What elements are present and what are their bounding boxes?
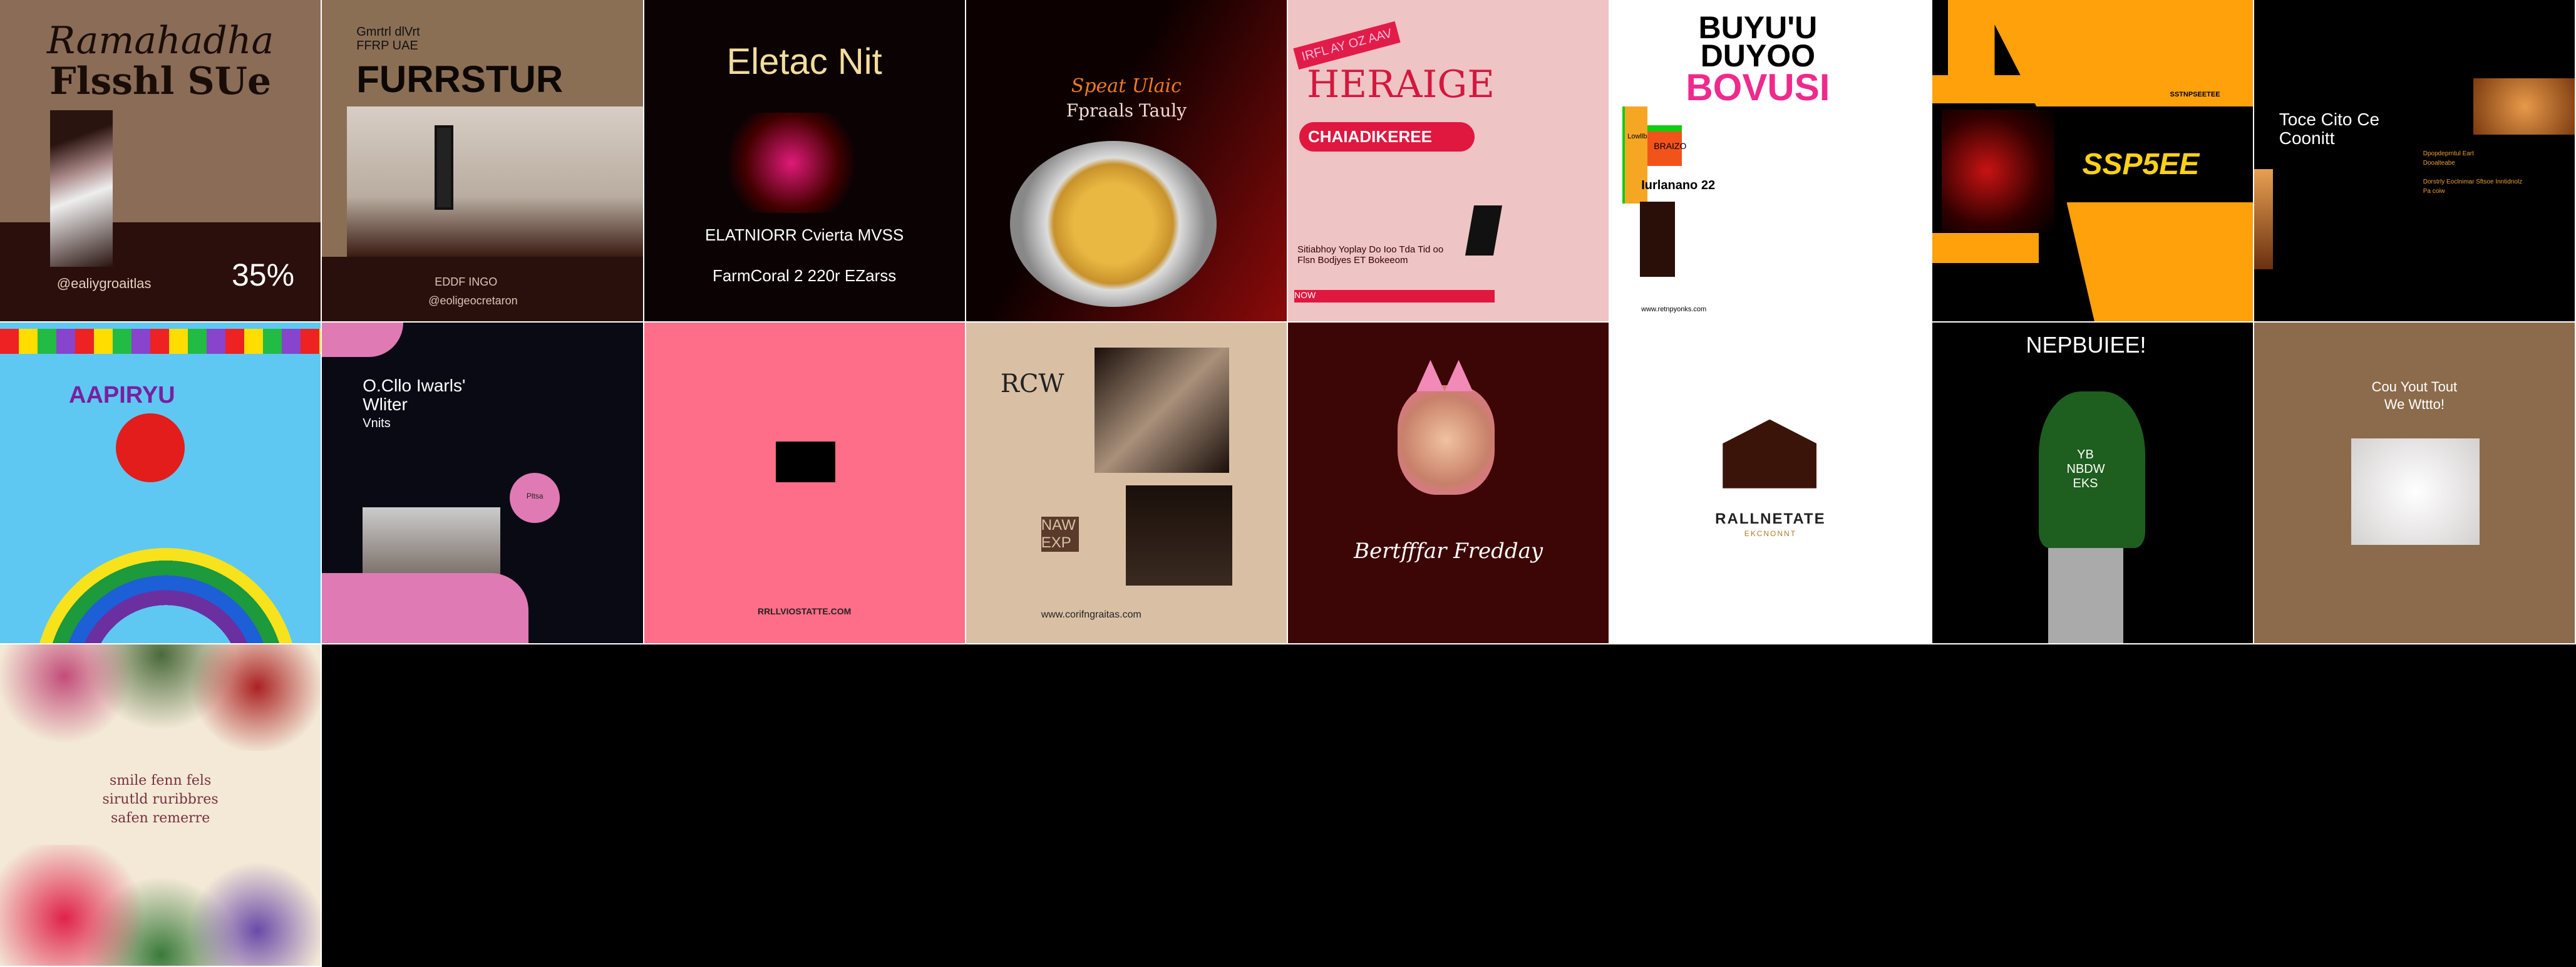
brand-name: RALLNETATE xyxy=(1715,510,1826,527)
tile-box: BRAIZO xyxy=(1647,125,1686,166)
tile-handle: @eoligeocretaron xyxy=(428,294,518,307)
tile-heritage[interactable]: IRFL AY OZ AAV HERAIGE CHAIADIKEREE Siti… xyxy=(1288,0,1610,323)
tile-subtitle: Flsshl SUe xyxy=(49,59,272,103)
tile-label: Lowllbeiry xyxy=(1627,133,1659,140)
flowers-top xyxy=(0,644,321,752)
bread-photo xyxy=(2473,78,2575,135)
tile-electronic-night[interactable]: Eletac Nit ELATNIORR Cvierta MVSS FarmCo… xyxy=(644,0,966,323)
fashion-photo-2 xyxy=(1125,485,1232,586)
tile-subtitle: Fpraals Tauly xyxy=(1066,100,1187,121)
tile-line: Dpopdeprntul Eart xyxy=(2423,150,2474,157)
tile-top-text-2: FFRP UAE xyxy=(356,39,418,53)
tile-buy-comic[interactable]: BUYU'U DUYOO BOVUSI Lowllbeiry BRAIZO Iu… xyxy=(1610,0,1932,323)
fashion-photo-1 xyxy=(1094,347,1229,473)
tile-title: SSP5EE xyxy=(2082,148,2200,181)
bread-photo-2 xyxy=(2254,169,2273,269)
tile-clown[interactable]: AAPIRYU xyxy=(0,322,322,645)
tile-title: Ramahadha xyxy=(47,19,274,63)
tile-title-1: Cou Yout Tout xyxy=(2371,378,2458,395)
shoes-photo xyxy=(2351,438,2480,545)
tile-sport[interactable]: SSTNPSEETEE SSP5EE xyxy=(1932,0,2254,323)
hoodie-text: YB NBDW EKS xyxy=(2066,447,2105,490)
tile-line-1: smile fenn fels xyxy=(110,773,212,789)
couple-photo xyxy=(1640,202,1676,277)
tile-tag: EDDF INGO xyxy=(435,276,498,288)
tile-title: NEPBUIEE! xyxy=(2026,331,2146,358)
pink-badge: Pltsa xyxy=(510,472,560,523)
tile-top-text: Gmrtrl dlVrt xyxy=(356,25,420,39)
athlete-photo xyxy=(1941,110,2054,232)
brand-sub: EKCNONNT xyxy=(1744,529,1797,538)
tile-title-3: BOVUSI xyxy=(1686,66,1830,108)
tile-line-2: FarmCoral 2 220r EZarss xyxy=(712,266,897,285)
tile-subhead: Iurlanano 22 xyxy=(1641,178,1716,192)
tile-birthday-girl[interactable]: Bertfffar Fredday xyxy=(1288,322,1610,645)
tile-handle: @ealiygroaitlas xyxy=(56,276,152,291)
tile-line-1: ELATNIORR Cvierta MVSS xyxy=(704,225,904,244)
bunting xyxy=(0,328,321,354)
tile-title: Eletac Nit xyxy=(726,41,882,82)
tile-title-1: O.Cllo Iwarls' xyxy=(363,375,466,395)
badge-text: Pltsa xyxy=(526,491,544,500)
tile-real-estate[interactable]: RALLNETATE EKCNONNT xyxy=(1610,322,1932,645)
tile-banner: CHAIADIKEREE xyxy=(1299,122,1475,152)
tile-title-2: Wliter xyxy=(363,394,408,414)
tile-script-title: Speat Ulaic xyxy=(1071,75,1182,97)
room-photo xyxy=(347,106,643,257)
tile-footer: RRLLVIOSTATTE.COM xyxy=(757,606,852,616)
girl-photo xyxy=(1398,385,1495,495)
tile-title: HERAIGE xyxy=(1307,63,1495,106)
black-square xyxy=(775,441,835,482)
tile-title-1: Toce Cito Ce xyxy=(2279,110,2380,129)
tile-hoodie[interactable]: NEPBUIEE! YB NBDW EKS xyxy=(1932,322,2254,645)
tile-line: Pa coiw xyxy=(2423,188,2445,195)
laptop xyxy=(1465,205,1503,256)
tile-footer: www.corifngraitas.com xyxy=(1041,609,1141,620)
tile-line: Dooalteabe xyxy=(2423,160,2455,167)
tile-line-3: safen remerre xyxy=(111,810,210,827)
tile-title-2: We Wttto! xyxy=(2384,396,2445,412)
tile-sub: NAW EXP xyxy=(1041,516,1079,552)
frame xyxy=(435,125,454,210)
now-bar: NOW xyxy=(1294,290,1495,303)
tile-ramadan-sale[interactable]: Ramahadha Flsshl SUe @ealiygroaitlas 35% xyxy=(0,0,322,323)
tile-spaghetti[interactable]: Speat Ulaic Fpraals Tauly xyxy=(966,0,1288,323)
tile-footer: www.retnpyonks.com xyxy=(1641,306,1707,313)
tile-writer[interactable]: O.Cllo Iwarls' Wliter Vnits Pltsa xyxy=(322,322,644,645)
tile-furniture[interactable]: Gmrtrl dlVrt FFRP UAE FURRSTUR EDDF INGO… xyxy=(322,0,644,323)
image-grid: Ramahadha Flsshl SUe @ealiygroaitlas 35%… xyxy=(0,0,2576,967)
tile-line-2: sirutld ruribbres xyxy=(102,792,219,808)
flowers-bottom xyxy=(0,845,321,966)
pasta-plate xyxy=(1009,141,1217,307)
tile-beige-fashion[interactable]: RCW NAW EXP www.corifngraitas.com xyxy=(966,322,1288,645)
tile-small: SSTNPSEETEE xyxy=(2170,91,2220,98)
tile-bakery[interactable]: Toce Cito Ce Coonitt Dpopdeprntul Eart D… xyxy=(2254,0,2576,323)
tile-title-3: Vnits xyxy=(363,416,391,430)
tile-pink-minimal[interactable]: RRLLVIOSTATTE.COM xyxy=(644,322,966,645)
tile-title: RCW xyxy=(1000,369,1064,398)
tile-title-2: Coonitt xyxy=(2279,128,2335,148)
tile-floral[interactable]: smile fenn fels sirutld ruribbres safen … xyxy=(0,644,322,967)
dj-photo xyxy=(713,113,870,213)
tile-title: FURRSTUR xyxy=(356,58,564,100)
tile-footer: NOW xyxy=(1294,290,1316,300)
discount-badge: 35% xyxy=(232,257,295,292)
clown xyxy=(116,413,185,482)
tile-title: AAPIRYU xyxy=(69,381,175,408)
house-logo xyxy=(1723,419,1817,489)
rainbow xyxy=(34,547,297,644)
tile-body: Sitiabhoy Yoplay Do Ioo Tda Tid oo Flsn … xyxy=(1297,244,1444,266)
tile-line: Dorstrly Eoclnimar Sftsoe Inntidnolz xyxy=(2423,178,2523,185)
tile-script-title: Bertfffar Fredday xyxy=(1354,538,1543,564)
tile-shoes[interactable]: Cou Yout Tout We Wttto! xyxy=(2254,322,2576,645)
